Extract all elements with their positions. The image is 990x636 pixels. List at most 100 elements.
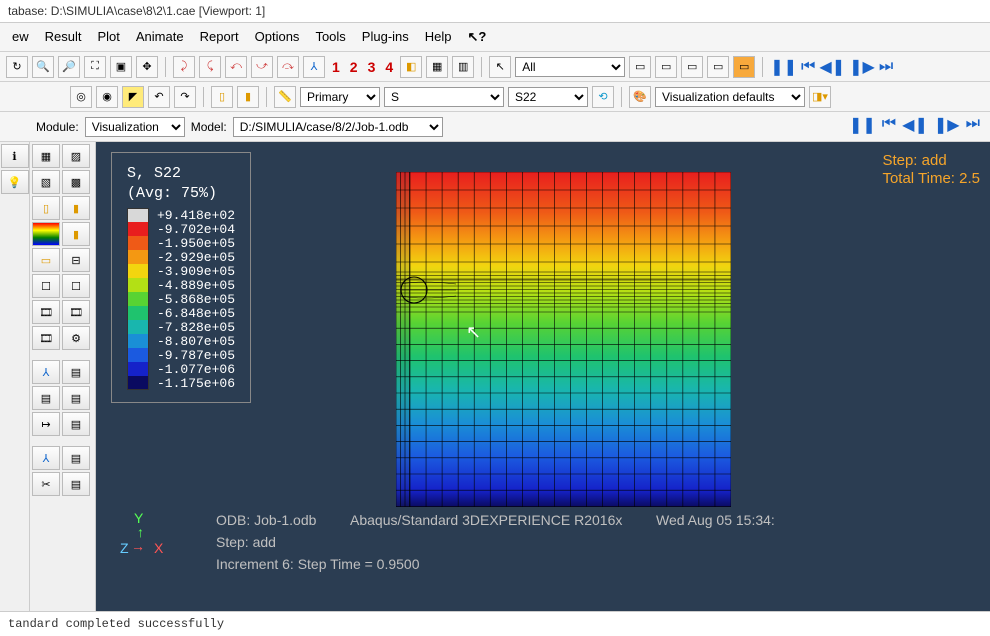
menu-plugins[interactable]: Plug-ins	[356, 26, 415, 48]
animate-scale-icon[interactable]: 🎞	[32, 300, 60, 324]
frame-last-icon[interactable]: ⏭	[966, 115, 980, 135]
undo-icon[interactable]: ↶	[148, 86, 170, 108]
triad-icon[interactable]: ⅄	[303, 56, 325, 78]
dg-replace-icon[interactable]: ▭	[629, 56, 651, 78]
view-iso-icon[interactable]: ⤻	[251, 56, 273, 78]
plot-contour-icon[interactable]: ▧	[32, 170, 60, 194]
legend-row: -1.950e+05	[127, 236, 235, 250]
render-style-select[interactable]: Visualization defaults	[655, 87, 805, 107]
layers-icon[interactable]: ▯	[211, 86, 233, 108]
frame-prev-icon[interactable]: ◀❚	[902, 115, 928, 135]
circles-icon[interactable]: ◎	[70, 86, 92, 108]
view-flip-icon[interactable]: ⤼	[277, 56, 299, 78]
view-4[interactable]: 4	[382, 59, 396, 75]
legend-swatch	[127, 348, 149, 362]
dg-remove-icon[interactable]: ▭	[681, 56, 703, 78]
info-icon[interactable]: ℹ	[1, 144, 29, 168]
ruler-icon[interactable]: 📏	[274, 86, 296, 108]
zoom-in-icon[interactable]: 🔍	[32, 56, 54, 78]
grid-icon[interactable]: ▦	[426, 56, 448, 78]
anim-prev-icon[interactable]: ◀❚	[819, 57, 845, 77]
pointer-icon[interactable]: ↖	[489, 56, 511, 78]
fit-view-icon[interactable]: ▣	[110, 56, 132, 78]
view-1[interactable]: 1	[329, 59, 343, 75]
dg-either-icon[interactable]: ▭	[733, 56, 755, 78]
dg-intersect-icon[interactable]: ▭	[707, 56, 729, 78]
bulb-icon[interactable]: 💡	[1, 170, 29, 194]
body2-icon[interactable]: ☐	[62, 274, 90, 298]
zoom-box-icon[interactable]: ⛶	[84, 56, 106, 78]
component-select[interactable]: S22	[508, 87, 588, 107]
plot-undeformed-icon[interactable]: ▦	[32, 144, 60, 168]
create-xy-icon[interactable]: ↦	[32, 412, 60, 436]
redo-icon[interactable]: ↷	[174, 86, 196, 108]
legend-row: -4.889e+05	[127, 278, 235, 292]
frame-next-icon[interactable]: ❚▶	[934, 115, 960, 135]
layers2-icon[interactable]: ▮	[237, 86, 259, 108]
xydata-icon[interactable]: ⅄	[32, 360, 60, 384]
model-select[interactable]: D:/SIMULIA/case/8/2/Job-1.odb	[233, 117, 443, 137]
fieldout-icon[interactable]: ▤	[32, 386, 60, 410]
query-icon[interactable]: ▤	[62, 446, 90, 470]
plot-symbol-icon[interactable]: ▩	[62, 170, 90, 194]
dg-add-icon[interactable]: ▭	[655, 56, 677, 78]
histout-icon[interactable]: ▤	[62, 386, 90, 410]
menu-view[interactable]: ew	[6, 26, 35, 48]
help-whats-this-icon[interactable]: ↖?	[462, 26, 493, 48]
display-group-select[interactable]: All	[515, 57, 625, 77]
menu-animate[interactable]: Animate	[130, 26, 190, 48]
anim-last-icon[interactable]: ⏭	[879, 58, 893, 76]
beam-icon[interactable]: ⊟	[62, 248, 90, 272]
matprop-icon[interactable]: ▭	[32, 248, 60, 272]
legend-value: -1.175e+06	[157, 376, 235, 391]
animate-harm-icon[interactable]: 🎞	[32, 326, 60, 350]
animate-opt-icon[interactable]: ⚙	[62, 326, 90, 350]
frame-pause-icon[interactable]: ❚❚	[849, 115, 876, 135]
pan-icon[interactable]: ✥	[136, 56, 158, 78]
anim-next-icon[interactable]: ❚▶	[849, 57, 875, 77]
body-icon[interactable]: ☐	[32, 274, 60, 298]
xyplot-icon[interactable]: ▤	[62, 360, 90, 384]
anim-pause-icon[interactable]: ❚❚	[770, 57, 797, 77]
menu-result[interactable]: Result	[39, 26, 88, 48]
rail-icon[interactable]: ▥	[452, 56, 474, 78]
menu-help[interactable]: Help	[419, 26, 458, 48]
cut-opt-icon[interactable]: ▤	[62, 472, 90, 496]
menu-plot[interactable]: Plot	[91, 26, 125, 48]
common-opt-icon[interactable]: ▯	[32, 196, 60, 220]
viewport[interactable]: S, S22 (Avg: 75%) +9.418e+02-9.702e+04-1…	[96, 142, 990, 611]
cut-icon[interactable]: ✂	[32, 472, 60, 496]
menu-tools[interactable]: Tools	[309, 26, 351, 48]
symbol-opt-icon[interactable]: ▮	[62, 222, 90, 246]
view-xy-icon[interactable]: ⤸	[173, 56, 195, 78]
legend-swatch	[127, 362, 149, 376]
legend-value: -4.889e+05	[157, 278, 235, 293]
anim-first-icon[interactable]: ⏮	[801, 58, 815, 76]
contour-opt-icon[interactable]	[32, 222, 60, 246]
cube-shaded-icon[interactable]: ◨▾	[809, 86, 831, 108]
plot-deformed-icon[interactable]: ▨	[62, 144, 90, 168]
refresh-icon[interactable]: ⟲	[592, 86, 614, 108]
menu-options[interactable]: Options	[249, 26, 306, 48]
legend-swatch	[127, 278, 149, 292]
legend-row: -2.929e+05	[127, 250, 235, 264]
view-3[interactable]: 3	[365, 59, 379, 75]
view-2[interactable]: 2	[347, 59, 361, 75]
rotate-icon[interactable]: ↻	[6, 56, 28, 78]
module-select[interactable]: Visualization	[85, 117, 185, 137]
position-select[interactable]: Primary	[300, 87, 380, 107]
menu-report[interactable]: Report	[194, 26, 245, 48]
view-yz-icon[interactable]: ⤺	[225, 56, 247, 78]
xy-opt-icon[interactable]: ▤	[62, 412, 90, 436]
select-icon[interactable]: ◤	[122, 86, 144, 108]
cube-iso-icon[interactable]: ◧	[400, 56, 422, 78]
frame-first-icon[interactable]: ⏮	[882, 115, 896, 135]
variable-select[interactable]: S	[384, 87, 504, 107]
superimpose-icon[interactable]: ▮	[62, 196, 90, 220]
circle2-icon[interactable]: ◉	[96, 86, 118, 108]
view-xz-icon[interactable]: ⤹	[199, 56, 221, 78]
animate-time-icon[interactable]: 🎞	[62, 300, 90, 324]
palette-icon[interactable]: 🎨	[629, 86, 651, 108]
probe-icon[interactable]: ⅄	[32, 446, 60, 470]
zoom-out-icon[interactable]: 🔎	[58, 56, 80, 78]
